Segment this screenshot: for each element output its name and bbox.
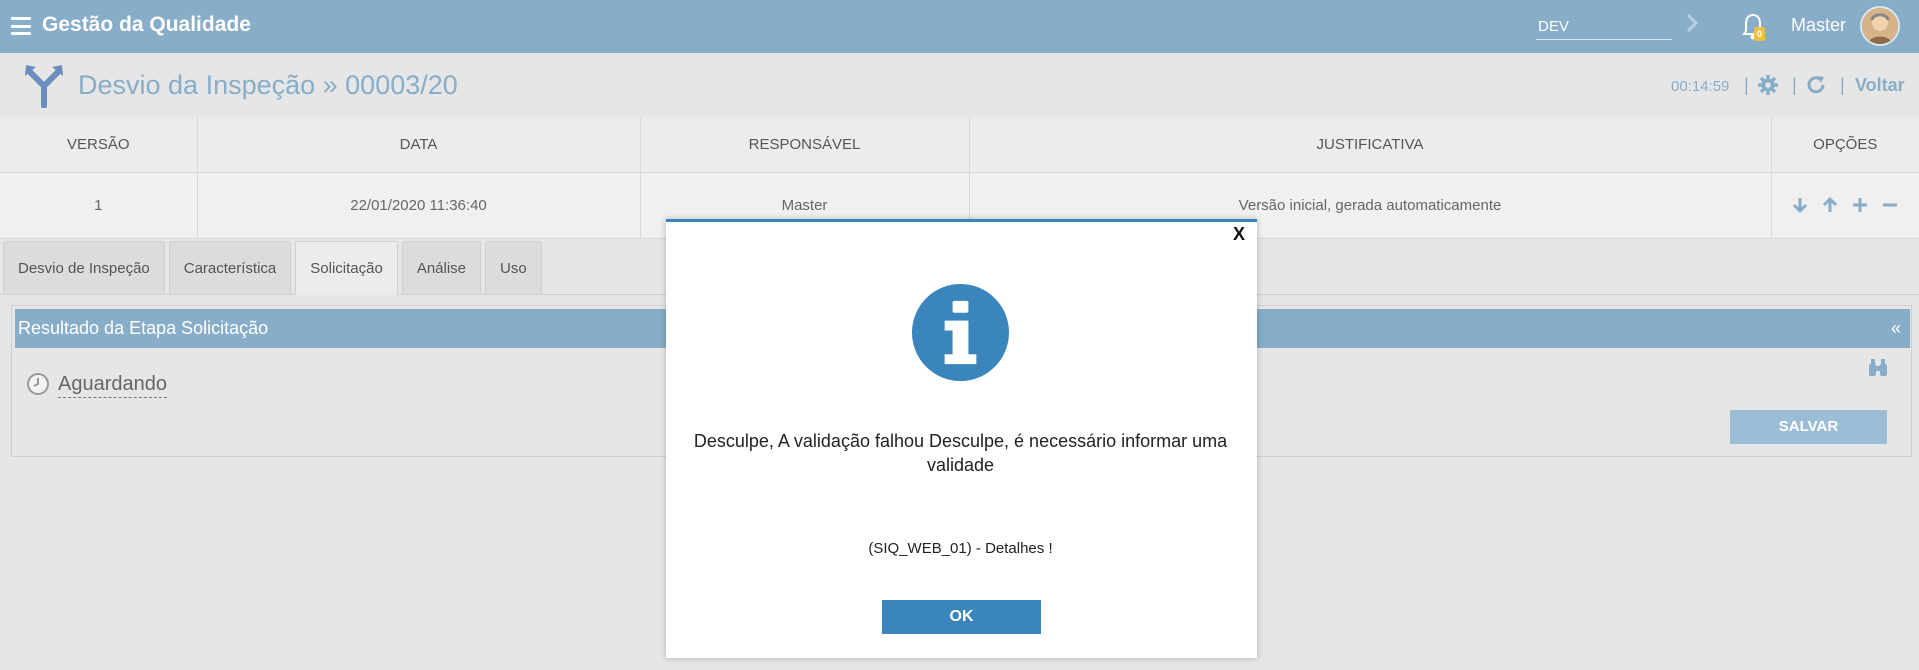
separator: |	[1792, 75, 1797, 95]
tab-desvio-de-inspecao[interactable]: Desvio de Inspeção	[3, 241, 165, 294]
app-title: Gestão da Qualidade	[42, 13, 251, 36]
clock-icon	[27, 373, 49, 395]
tab-caracteristica[interactable]: Característica	[168, 241, 292, 294]
tab-analise[interactable]: Análise	[401, 241, 482, 294]
status-text[interactable]: Aguardando	[58, 373, 167, 398]
session-timer: 00:14:59	[1671, 78, 1730, 95]
back-link[interactable]: Voltar	[1855, 75, 1905, 96]
column-header: OPÇÕES	[1771, 117, 1919, 173]
plus-icon[interactable]	[1851, 196, 1869, 214]
dialog-detail[interactable]: (SIQ_WEB_01) - Detalhes !	[690, 540, 1231, 557]
gear-icon[interactable]	[1757, 74, 1779, 96]
column-header: RESPONSÁVEL	[640, 117, 970, 173]
cell-options	[1771, 172, 1919, 239]
binoculars-icon[interactable]	[1867, 358, 1889, 378]
user-avatar-icon	[1862, 8, 1898, 44]
close-button[interactable]: X	[1233, 224, 1245, 245]
user-name[interactable]: Master	[1791, 15, 1846, 36]
ok-button[interactable]: OK	[882, 600, 1041, 634]
dialog-message: Desculpe, A validação falhou Desculpe, é…	[693, 431, 1228, 475]
refresh-icon[interactable]	[1805, 74, 1827, 96]
column-header: VERSÃO	[0, 117, 198, 173]
separator: |	[1744, 75, 1749, 95]
notification-badge: 0	[1754, 27, 1765, 41]
panel-title: Resultado da Etapa Solicitação	[18, 318, 269, 338]
fork-icon	[25, 65, 63, 108]
menu-icon[interactable]	[11, 17, 31, 35]
cell-version: 1	[0, 172, 198, 239]
page-title: Desvio da Inspeção » 00003/20	[78, 70, 458, 100]
environment-field[interactable]	[1536, 13, 1672, 40]
minus-icon[interactable]	[1881, 196, 1899, 214]
save-button[interactable]: SALVAR	[1730, 410, 1887, 444]
column-header: DATA	[197, 117, 641, 173]
arrow-down-icon[interactable]	[1791, 196, 1809, 214]
column-header: JUSTIFICATIVA	[969, 117, 1772, 173]
cell-date: 22/01/2020 11:36:40	[197, 172, 641, 239]
tab-bar: Desvio de Inspeção Característica Solici…	[3, 241, 546, 295]
collapse-icon[interactable]: «	[1891, 318, 1901, 339]
arrow-up-icon[interactable]	[1821, 196, 1839, 214]
tab-uso[interactable]: Uso	[485, 241, 542, 294]
avatar[interactable]	[1860, 6, 1900, 46]
tab-solicitacao[interactable]: Solicitação	[295, 241, 398, 295]
separator: |	[1840, 75, 1845, 95]
info-icon	[911, 283, 1010, 382]
chevron-right-icon[interactable]	[1685, 13, 1699, 33]
